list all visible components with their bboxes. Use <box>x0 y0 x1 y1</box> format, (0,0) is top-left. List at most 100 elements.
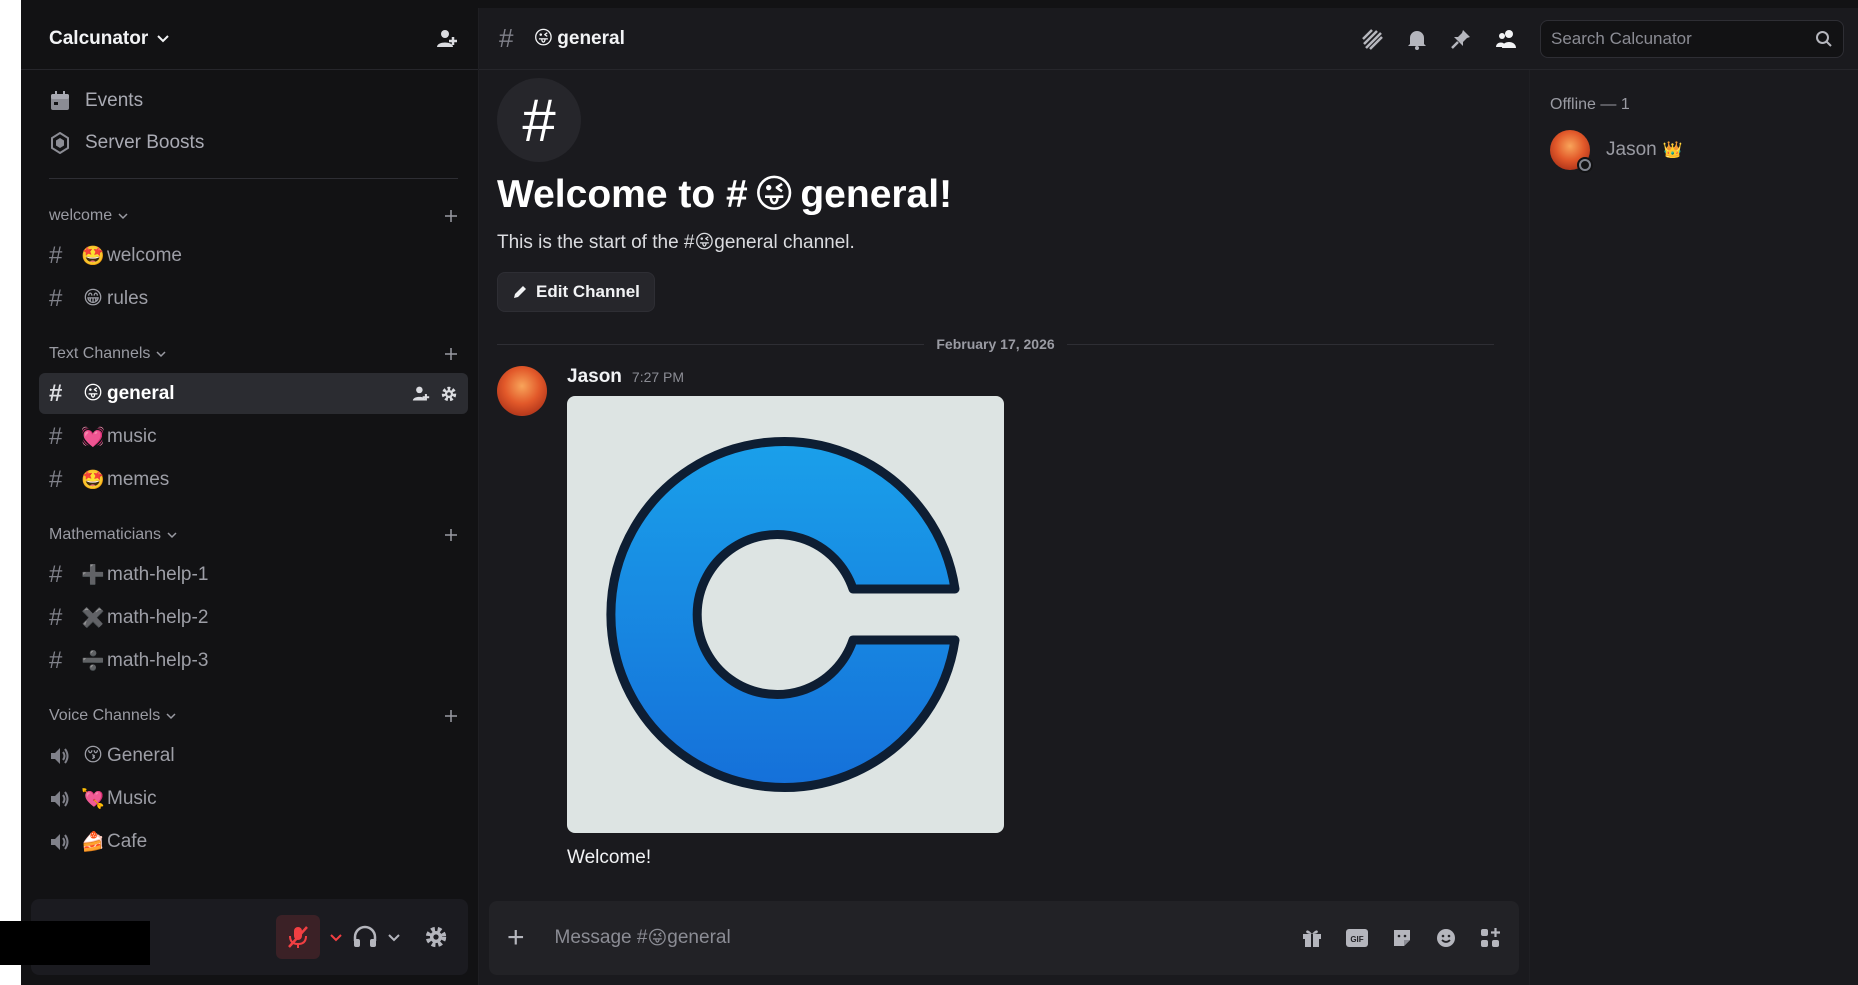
channel-emoji: 🍰 <box>81 831 105 853</box>
member-item[interactable]: Jason 👑 <box>1550 130 1838 173</box>
crown-icon: 👑 <box>1662 142 1683 159</box>
message-timestamp: 7:27 PM <box>631 369 685 385</box>
message-input[interactable]: Message # 😜 general <box>555 927 731 950</box>
channel-emoji: ➕ <box>81 564 105 586</box>
discord-app: Calcunator Events Server Boosts welcome … <box>21 0 1858 985</box>
gear-icon[interactable] <box>440 385 458 403</box>
message-text: Welcome! <box>567 847 652 868</box>
message-composer[interactable]: + Message # 😜 general GIF <box>489 901 1519 975</box>
channel-sidebar: Calcunator Events Server Boosts welcome … <box>21 8 479 985</box>
channel-math-help-2[interactable]: # ✖️ math-help-2 <box>39 597 468 638</box>
channel-emoji: 🤩 <box>81 469 105 491</box>
channel-general[interactable]: # 😜 general <box>39 373 468 414</box>
add-channel-icon[interactable] <box>444 528 458 542</box>
channel-welcome[interactable]: # 🤩 welcome <box>39 235 468 276</box>
channel-name: rules <box>107 287 149 309</box>
speaker-icon <box>49 831 81 853</box>
calcunator-logo-image <box>606 437 960 792</box>
channel-name: welcome <box>107 244 182 266</box>
search-input[interactable]: Search Calcunator <box>1540 19 1844 58</box>
voice-channel-general[interactable]: 😚 General <box>39 735 468 776</box>
message-list: # Welcome to # 😜 general! This is the st… <box>479 70 1529 901</box>
boost-icon <box>49 132 71 154</box>
voice-channel-music[interactable]: 💘 Music <box>39 778 468 819</box>
events-label: Events <box>85 90 144 111</box>
channel-emoji: 💘 <box>81 788 105 810</box>
channel-name: memes <box>107 468 170 490</box>
chevron-down-icon[interactable] <box>388 931 400 943</box>
create-invite-icon[interactable] <box>412 385 430 403</box>
offline-status-icon <box>1577 157 1593 173</box>
member-name: Jason <box>1606 139 1657 160</box>
category-text-channels[interactable]: Text Channels <box>39 335 468 373</box>
channel-math-help-1[interactable]: # ➕ math-help-1 <box>39 554 468 595</box>
gift-icon[interactable] <box>1301 927 1323 949</box>
channel-math-help-3[interactable]: # ➗ math-help-3 <box>39 640 468 681</box>
chevron-down-icon <box>166 711 176 721</box>
channel-name: Cafe <box>107 830 148 852</box>
voice-channel-cafe[interactable]: 🍰 Cafe <box>39 821 468 862</box>
add-channel-icon[interactable] <box>444 347 458 361</box>
channel-memes[interactable]: # 🤩 memes <box>39 459 468 500</box>
threads-icon[interactable] <box>1360 27 1384 51</box>
search-placeholder: Search Calcunator <box>1551 28 1692 48</box>
server-header[interactable]: Calcunator <box>21 8 478 70</box>
welcome-title-emoji: 😜 <box>753 173 795 216</box>
channel-name: Music <box>107 787 157 809</box>
user-settings-icon[interactable] <box>424 925 448 949</box>
edit-channel-button[interactable]: Edit Channel <box>497 272 655 312</box>
mic-muted-icon <box>286 925 310 949</box>
chevron-down-icon <box>156 349 166 359</box>
welcome-heading: Welcome to # 😜 general! <box>497 172 1494 217</box>
welcome-sub-prefix: This is the start of the # <box>497 231 695 253</box>
channel-title: # 😜 general <box>499 23 625 54</box>
category-voice-channels[interactable]: Voice Channels <box>39 697 468 735</box>
gif-icon[interactable]: GIF <box>1345 927 1369 949</box>
category-welcome[interactable]: welcome <box>39 197 468 235</box>
attach-plus-icon[interactable]: + <box>507 921 525 955</box>
channel-emoji: 😁 <box>83 288 103 309</box>
server-boosts-item[interactable]: Server Boosts <box>39 122 468 164</box>
channel-name: music <box>107 425 157 447</box>
welcome-sub-suffix: general channel. <box>714 231 855 253</box>
avatar[interactable] <box>497 366 547 416</box>
pencil-icon <box>512 284 528 300</box>
speaker-icon <box>49 788 81 810</box>
channel-header: # 😜 general Search Calcunator <box>479 8 1858 70</box>
category-mathematicians[interactable]: Mathematicians <box>39 516 468 554</box>
member-list: Offline — 1 Jason 👑 <box>1529 70 1858 985</box>
emoji-icon[interactable] <box>1435 927 1457 949</box>
add-channel-icon[interactable] <box>444 209 458 223</box>
pin-icon[interactable] <box>1450 28 1472 50</box>
channel-emoji: 💓 <box>81 426 105 448</box>
composer-prefix: Message # <box>554 927 648 948</box>
channel-emoji: ✖️ <box>81 607 105 629</box>
events-item[interactable]: Events <box>39 80 468 122</box>
channel-music[interactable]: # 💓 music <box>39 416 468 457</box>
channel-rules[interactable]: # 😁 rules <box>39 278 468 319</box>
apps-icon[interactable] <box>1479 927 1501 949</box>
divider <box>49 178 458 179</box>
channel-name: General <box>107 744 175 766</box>
message: Jason 7:27 PM Welcome! <box>497 366 1494 869</box>
server-name[interactable]: Calcunator <box>49 28 170 50</box>
svg-text:GIF: GIF <box>1350 935 1363 944</box>
image-attachment[interactable] <box>567 396 1004 833</box>
message-author[interactable]: Jason <box>567 366 622 388</box>
channel-name: math-help-3 <box>107 649 209 671</box>
add-channel-icon[interactable] <box>444 709 458 723</box>
category-label: welcome <box>49 207 113 224</box>
unmute-button[interactable] <box>276 915 320 959</box>
hash-icon: # <box>49 560 63 588</box>
channel-emoji: 😚 <box>83 745 103 766</box>
channel-list: Events Server Boosts welcome # 🤩 welcome # <box>21 70 478 899</box>
chevron-down-icon[interactable] <box>330 931 342 943</box>
hash-icon: # <box>49 422 63 450</box>
hash-icon: # <box>49 465 63 493</box>
bell-icon[interactable] <box>1406 28 1428 50</box>
sticker-icon[interactable] <box>1391 927 1413 949</box>
invite-people-icon[interactable] <box>436 28 458 50</box>
member-list-icon[interactable] <box>1494 28 1518 50</box>
headphones-icon[interactable] <box>352 924 378 950</box>
date-label: February 17, 2026 <box>936 336 1055 352</box>
